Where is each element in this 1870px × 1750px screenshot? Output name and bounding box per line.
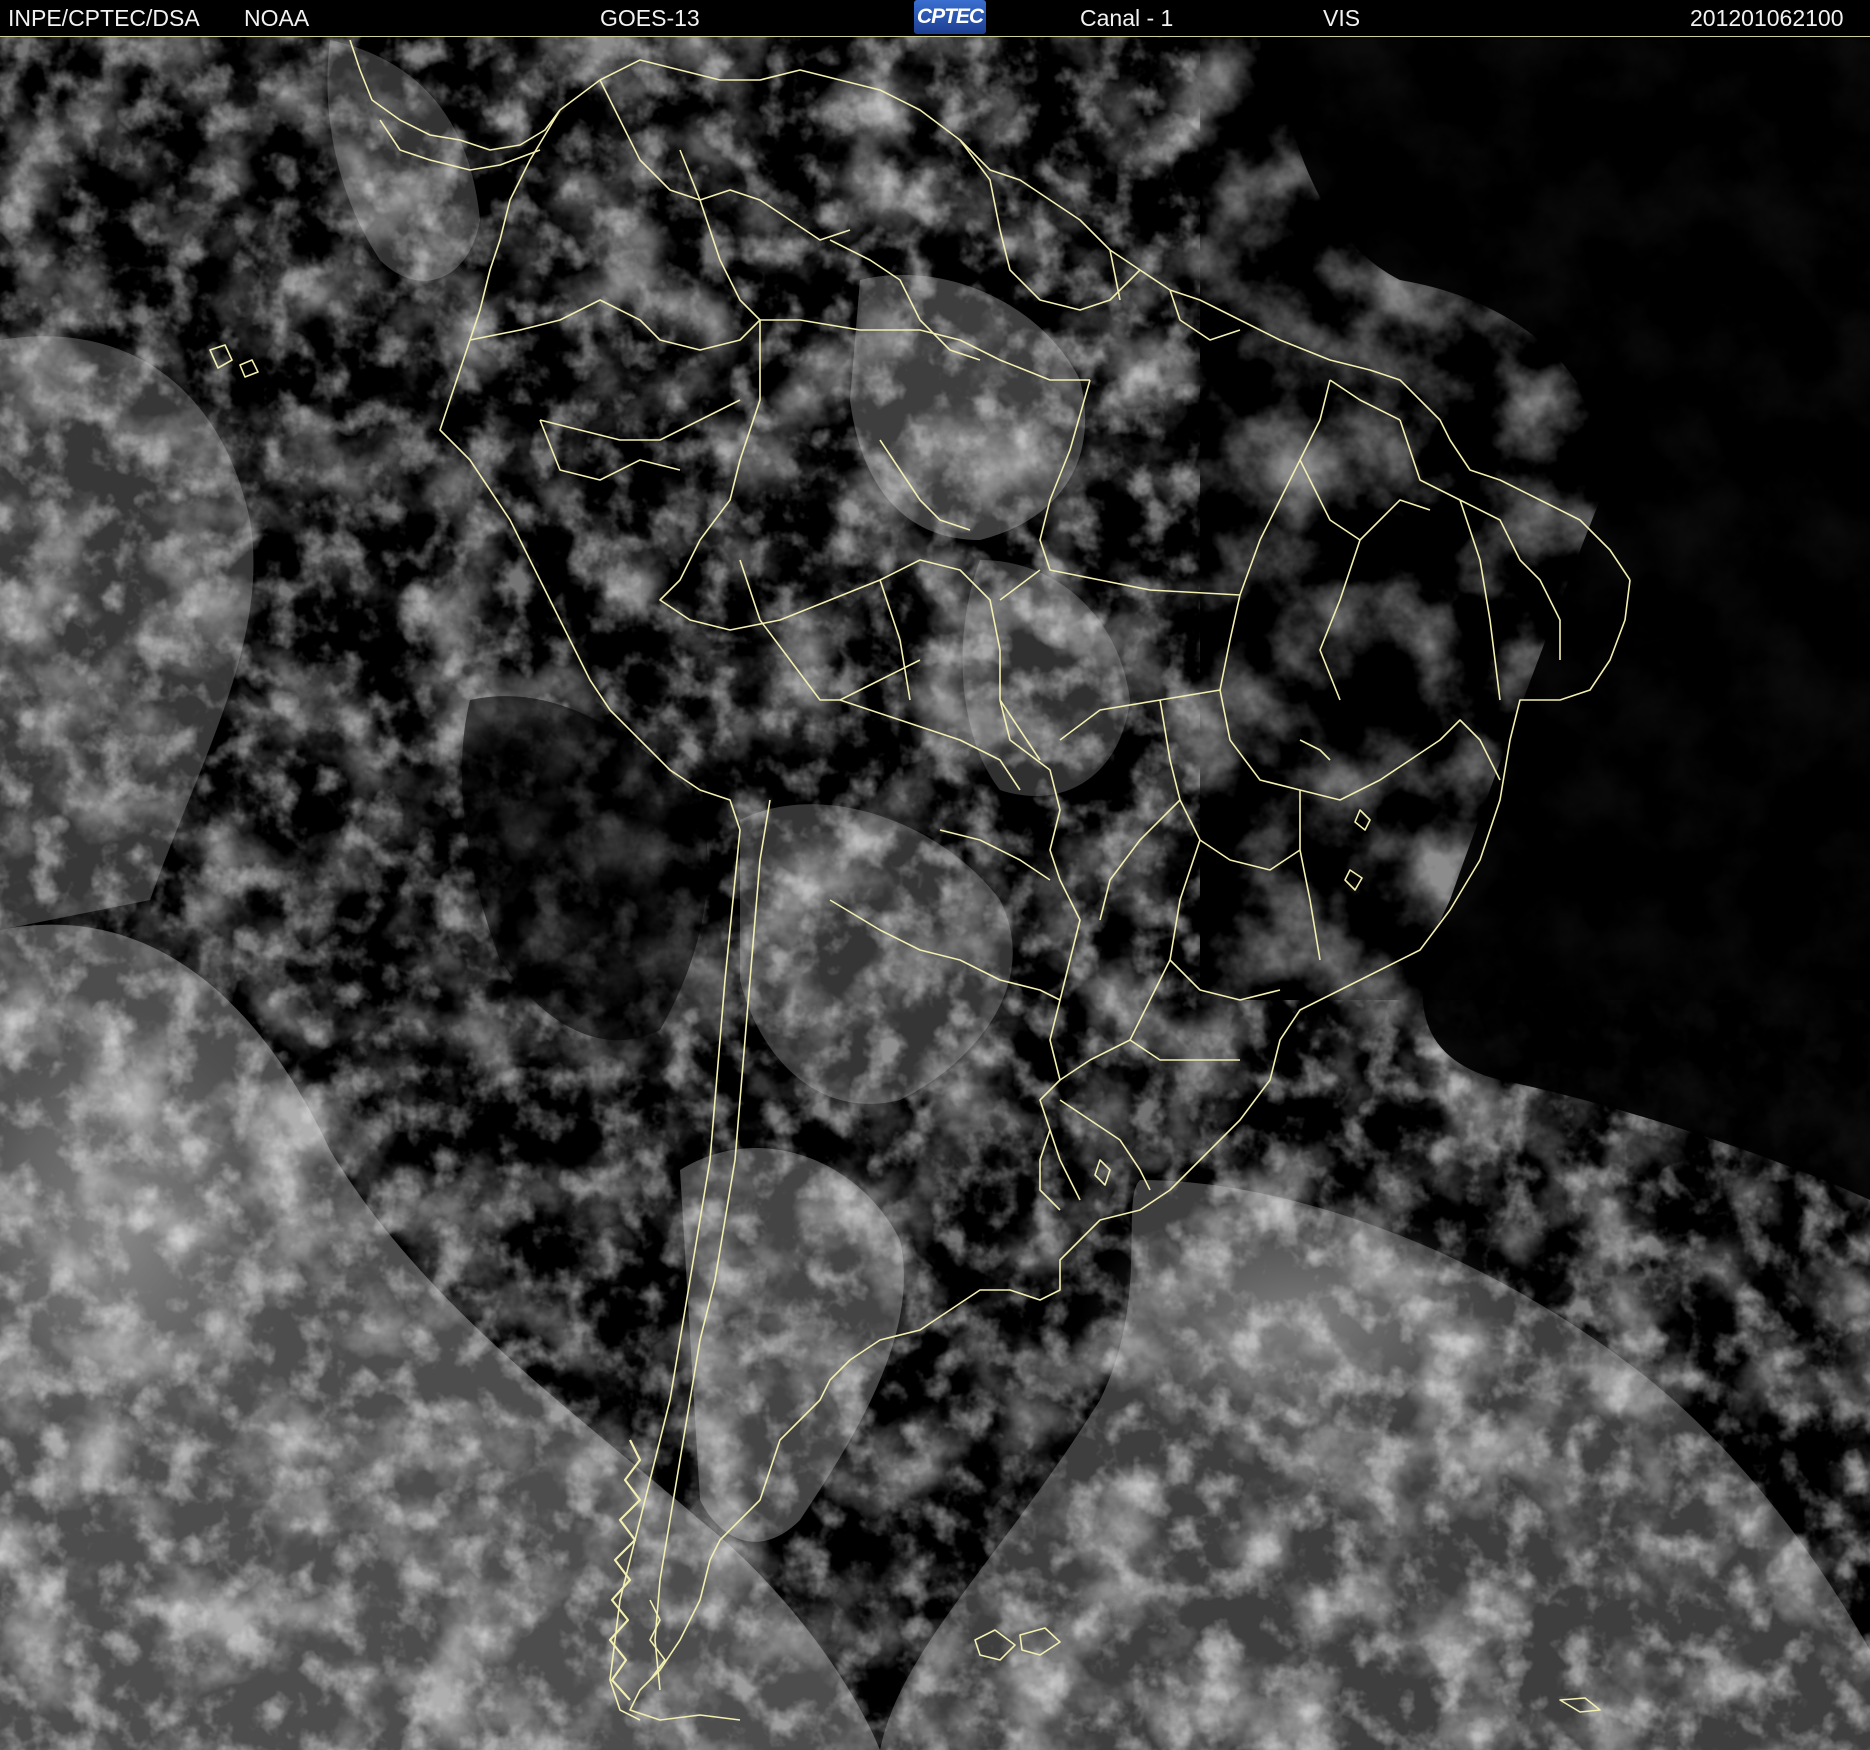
timestamp-label: 201201062100: [1690, 5, 1844, 31]
cptec-logo: CPTEC: [914, 0, 986, 34]
logo-text: CPTEC: [916, 5, 984, 28]
satellite-label: GOES-13: [600, 5, 700, 31]
band-label: VIS: [1323, 5, 1361, 31]
satellite-image: [0, 37, 1870, 1750]
channel-label: Canal - 1: [1080, 5, 1174, 31]
institution-label: INPE/CPTEC/DSA: [8, 5, 200, 31]
header-bar: INPE/CPTEC/DSA NOAA GOES-13 CPTEC Canal …: [0, 0, 1870, 37]
agency-label: NOAA: [244, 5, 310, 31]
